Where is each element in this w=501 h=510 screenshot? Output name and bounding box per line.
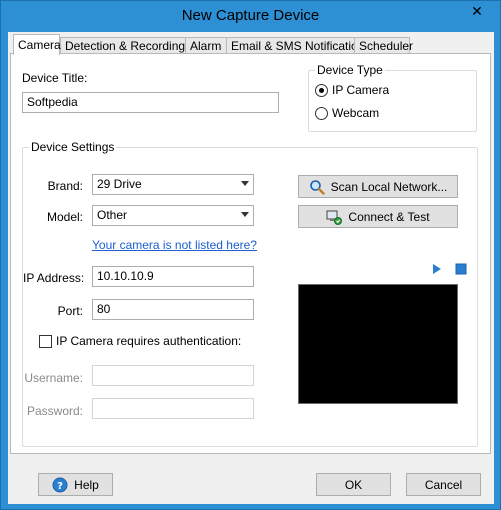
auth-checkbox-row[interactable]: IP Camera requires authentication: (39, 334, 241, 348)
port-input[interactable]: 80 (92, 299, 254, 320)
help-icon: ? (52, 477, 68, 492)
close-button[interactable]: ✕ (460, 2, 494, 22)
device-title-input[interactable]: Softpedia (22, 92, 279, 113)
svg-text:?: ? (57, 481, 63, 492)
device-title-label: Device Title: (22, 71, 88, 85)
scan-button-label: Scan Local Network... (330, 179, 448, 194)
play-icon[interactable] (432, 263, 442, 275)
camera-not-listed-link[interactable]: Your camera is not listed here? (92, 238, 257, 252)
video-preview (298, 284, 458, 404)
brand-select[interactable]: 29 Drive (92, 174, 254, 195)
auth-checkbox-label: IP Camera requires authentication: (56, 334, 242, 348)
window-title: New Capture Device (181, 7, 320, 24)
close-icon: ✕ (471, 4, 483, 20)
connect-button-label: Connect & Test (348, 209, 430, 224)
device-settings-group: Device Settings Brand: 29 Drive Model: O… (22, 140, 478, 447)
radio-webcam[interactable]: Webcam (315, 106, 379, 120)
dialog-client-area: Camera Detection & Recording Alarm Email… (8, 32, 494, 504)
chevron-down-icon (241, 181, 249, 186)
stop-icon[interactable] (455, 263, 467, 275)
brand-select-value: 29 Drive (97, 177, 142, 191)
brand-label: Brand: (47, 179, 83, 193)
tab-alarm[interactable]: Alarm (185, 37, 227, 54)
ok-button-label: OK (344, 477, 363, 492)
tab-scheduler[interactable]: Scheduler (354, 37, 413, 54)
model-select[interactable]: Other (92, 205, 254, 226)
password-label: Password: (26, 404, 83, 418)
dialog-window: New Capture Device ✕ Camera Detection & … (0, 0, 501, 510)
network-test-icon (326, 210, 343, 225)
device-type-group: Device Type IP Camera Webcam (308, 63, 477, 132)
ip-address-input[interactable]: 10.10.10.9 (92, 266, 254, 287)
magnifier-icon (309, 179, 325, 195)
scan-local-network-button[interactable]: Scan Local Network... (298, 175, 458, 198)
username-label: Username: (24, 371, 83, 385)
model-select-value: Other (97, 208, 128, 222)
title-bar[interactable]: New Capture Device ✕ (1, 1, 500, 32)
tab-camera[interactable]: Camera (13, 34, 61, 55)
help-button-label: Help (74, 477, 99, 492)
username-input[interactable] (92, 365, 254, 386)
ok-button[interactable]: OK (316, 473, 391, 496)
password-input[interactable] (92, 398, 254, 419)
cancel-button[interactable]: Cancel (406, 473, 481, 496)
radio-webcam-button[interactable] (315, 106, 328, 120)
tab-detection-recording[interactable]: Detection & Recording (60, 37, 186, 54)
ip-address-label: IP Address: (23, 271, 85, 285)
help-button[interactable]: ? Help (38, 473, 113, 496)
chevron-down-icon (241, 212, 249, 217)
tab-email-sms[interactable]: Email & SMS Notifications (226, 37, 370, 54)
model-label: Model: (46, 210, 83, 224)
port-label: Port: (57, 304, 83, 318)
connect-test-button[interactable]: Connect & Test (298, 205, 458, 228)
radio-ip-camera[interactable]: IP Camera (315, 83, 389, 97)
device-settings-group-title: Device Settings (29, 140, 117, 154)
radio-ip-camera-button[interactable] (315, 83, 328, 97)
radio-webcam-label: Webcam (332, 106, 380, 120)
camera-tab-panel: Device Title: Softpedia Device Type IP C… (10, 53, 491, 454)
dialog-footer: ? Help OK Cancel (8, 462, 494, 504)
radio-ip-camera-label: IP Camera (332, 83, 390, 97)
auth-checkbox[interactable] (39, 334, 52, 348)
cancel-button-label: Cancel (424, 477, 463, 492)
device-type-group-title: Device Type (315, 63, 385, 77)
